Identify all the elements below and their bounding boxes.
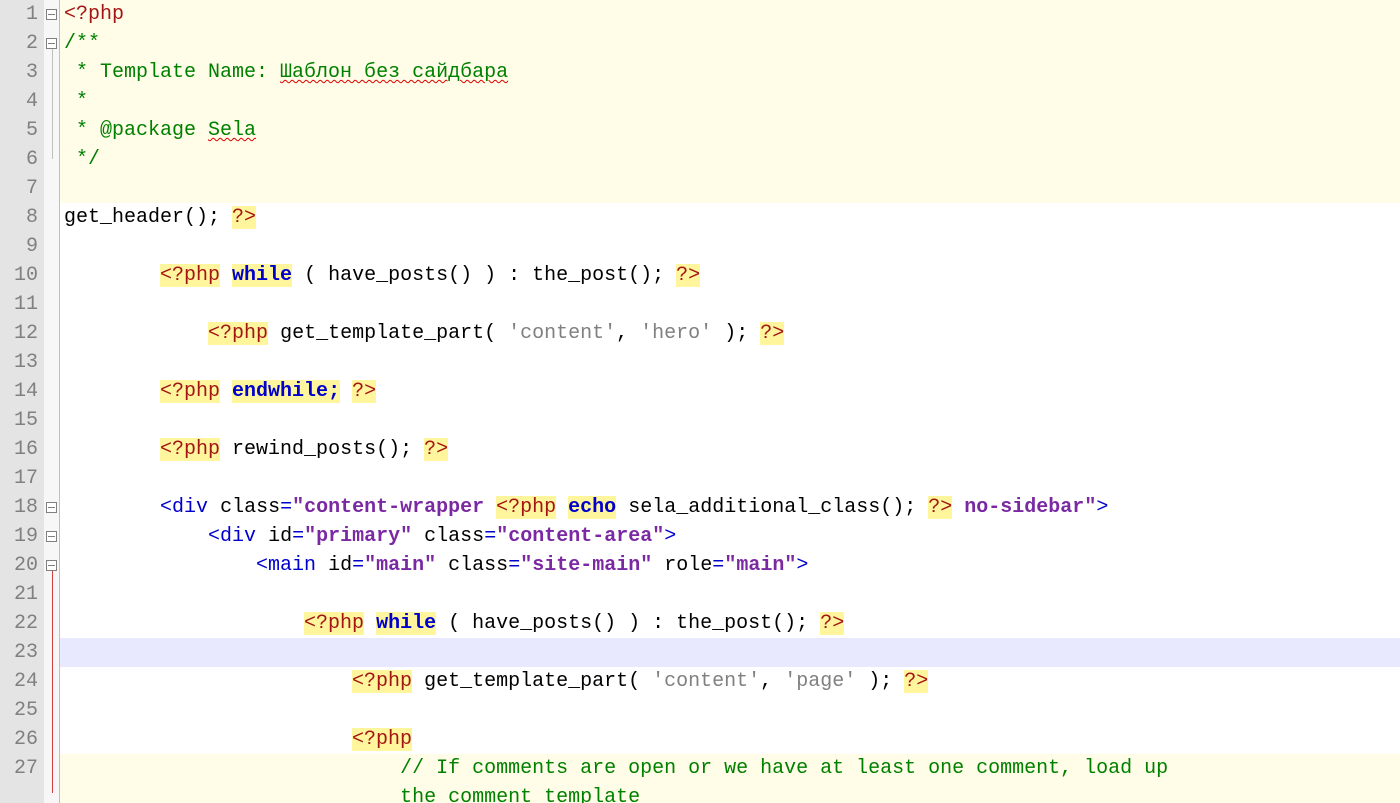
fold-collapse-icon[interactable] bbox=[46, 502, 57, 513]
code-line[interactable]: <?php get_template_part( 'content', 'her… bbox=[60, 319, 1400, 348]
code-line[interactable]: <div class="content-wrapper <?php echo s… bbox=[60, 493, 1400, 522]
line-number[interactable]: 17 bbox=[0, 464, 38, 493]
code-line[interactable]: get_header(); ?> bbox=[60, 203, 1400, 232]
code-line[interactable]: <?php rewind_posts(); ?> bbox=[60, 435, 1400, 464]
code-line[interactable] bbox=[60, 406, 1400, 435]
code-line[interactable]: <main id="main" class="site-main" role="… bbox=[60, 551, 1400, 580]
line-number[interactable]: 6 bbox=[0, 145, 38, 174]
line-number[interactable]: 27 bbox=[0, 754, 38, 783]
line-number[interactable]: 13 bbox=[0, 348, 38, 377]
line-number[interactable]: 23 bbox=[0, 638, 38, 667]
code-line[interactable]: <?php endwhile; ?> bbox=[60, 377, 1400, 406]
code-line[interactable]: <?php get_template_part( 'content', 'pag… bbox=[60, 667, 1400, 696]
fold-cell[interactable] bbox=[44, 377, 59, 406]
fold-cell[interactable] bbox=[44, 348, 59, 377]
line-number[interactable]: 5 bbox=[0, 116, 38, 145]
code-area[interactable]: <?php /** * Template Name: Шаблон без са… bbox=[60, 0, 1400, 803]
code-line[interactable] bbox=[60, 232, 1400, 261]
fold-collapse-icon[interactable] bbox=[46, 560, 57, 571]
code-editor: 1 2 3 4 5 6 7 8 9 10 11 12 13 14 15 16 1… bbox=[0, 0, 1400, 803]
line-number[interactable]: 26 bbox=[0, 725, 38, 754]
line-number[interactable]: 20 bbox=[0, 551, 38, 580]
line-number[interactable]: 8 bbox=[0, 203, 38, 232]
code-line-current[interactable] bbox=[60, 638, 1400, 667]
line-number[interactable]: 16 bbox=[0, 435, 38, 464]
code-line[interactable]: <?php while ( have_posts() ) : the_post(… bbox=[60, 609, 1400, 638]
code-line[interactable]: /** bbox=[60, 29, 1400, 58]
line-number[interactable]: 10 bbox=[0, 261, 38, 290]
fold-cell[interactable] bbox=[44, 435, 59, 464]
code-line[interactable] bbox=[60, 464, 1400, 493]
line-number[interactable]: 1 bbox=[0, 0, 38, 29]
fold-column bbox=[44, 0, 60, 803]
code-line[interactable] bbox=[60, 174, 1400, 203]
fold-cell[interactable] bbox=[44, 522, 59, 551]
fold-cell[interactable] bbox=[44, 319, 59, 348]
template-name-text: Шаблон без сайдбара bbox=[280, 61, 508, 84]
line-number[interactable]: 15 bbox=[0, 406, 38, 435]
fold-cell[interactable] bbox=[44, 406, 59, 435]
code-line[interactable]: <div id="primary" class="content-area"> bbox=[60, 522, 1400, 551]
line-number[interactable]: 12 bbox=[0, 319, 38, 348]
fold-cell[interactable] bbox=[44, 290, 59, 319]
line-number[interactable]: 21 bbox=[0, 580, 38, 609]
fold-cell[interactable] bbox=[44, 261, 59, 290]
code-line[interactable] bbox=[60, 696, 1400, 725]
line-number[interactable]: 22 bbox=[0, 609, 38, 638]
code-line[interactable] bbox=[60, 290, 1400, 319]
fold-cell[interactable] bbox=[44, 0, 59, 29]
code-line[interactable]: // If comments are open or we have at le… bbox=[60, 754, 1400, 783]
line-number[interactable]: 9 bbox=[0, 232, 38, 261]
line-number[interactable]: 25 bbox=[0, 696, 38, 725]
fold-cell[interactable] bbox=[44, 232, 59, 261]
code-line[interactable]: the comment template bbox=[60, 783, 1400, 803]
fold-cell[interactable] bbox=[44, 203, 59, 232]
fold-cell[interactable] bbox=[44, 493, 59, 522]
line-number[interactable]: 3 bbox=[0, 58, 38, 87]
line-number-gutter[interactable]: 1 2 3 4 5 6 7 8 9 10 11 12 13 14 15 16 1… bbox=[0, 0, 44, 803]
fold-cell[interactable] bbox=[44, 464, 59, 493]
line-number[interactable]: 4 bbox=[0, 87, 38, 116]
code-line[interactable] bbox=[60, 348, 1400, 377]
code-line[interactable]: <?php bbox=[60, 725, 1400, 754]
code-line[interactable]: * @package Sela bbox=[60, 116, 1400, 145]
code-line[interactable]: <?php while ( have_posts() ) : the_post(… bbox=[60, 261, 1400, 290]
line-number[interactable]: 19 bbox=[0, 522, 38, 551]
line-number[interactable]: 7 bbox=[0, 174, 38, 203]
line-number[interactable]: 2 bbox=[0, 29, 38, 58]
fold-collapse-icon[interactable] bbox=[46, 531, 57, 542]
fold-cell[interactable] bbox=[44, 174, 59, 203]
fold-collapse-icon[interactable] bbox=[46, 9, 57, 20]
line-number[interactable]: 24 bbox=[0, 667, 38, 696]
fold-collapse-icon[interactable] bbox=[46, 38, 57, 49]
line-number[interactable]: 18 bbox=[0, 493, 38, 522]
code-line[interactable]: * Template Name: Шаблон без сайдбара bbox=[60, 58, 1400, 87]
code-line[interactable]: */ bbox=[60, 145, 1400, 174]
code-line[interactable] bbox=[60, 580, 1400, 609]
line-number[interactable]: 14 bbox=[0, 377, 38, 406]
line-number[interactable]: 11 bbox=[0, 290, 38, 319]
code-line[interactable]: * bbox=[60, 87, 1400, 116]
code-line[interactable]: <?php bbox=[60, 0, 1400, 29]
